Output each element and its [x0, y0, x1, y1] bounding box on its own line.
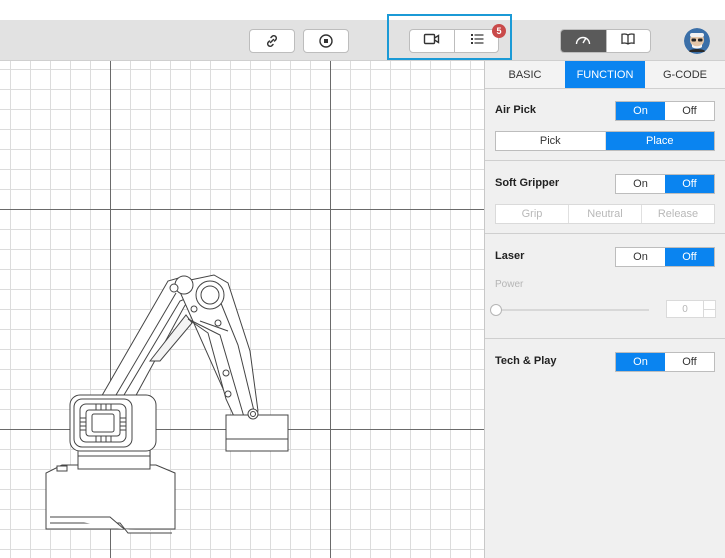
power-label: Power [495, 279, 524, 290]
tab-function[interactable]: FUNCTION [565, 61, 645, 88]
robot-arm-drawing[interactable] [0, 61, 484, 558]
place-button[interactable]: Place [604, 132, 714, 150]
soft-gripper-mode: Grip Neutral Release [495, 204, 715, 224]
toolbar [0, 20, 725, 61]
laser-off-button[interactable]: Off [665, 248, 714, 266]
air-pick-mode: Pick Place [495, 131, 715, 151]
stop-button[interactable] [303, 29, 349, 53]
book-icon [620, 32, 636, 51]
soft-gripper-title: Soft Gripper [495, 177, 560, 189]
link-button[interactable] [249, 29, 295, 53]
power-slider-handle[interactable] [490, 304, 502, 316]
tab-basic[interactable]: BASIC [485, 61, 565, 88]
laser-section: Laser On Off Power 0 [485, 234, 725, 339]
soft-gripper-toggle: On Off [615, 174, 715, 194]
air-pick-title: Air Pick [495, 104, 536, 116]
tab-bar: BASIC FUNCTION G-CODE [485, 61, 725, 89]
speed-button[interactable] [561, 30, 606, 52]
air-pick-toggle: On Off [615, 101, 715, 121]
power-stepper[interactable]: 0 [666, 300, 716, 318]
air-pick-on-button[interactable]: On [616, 102, 665, 120]
mode-toggle-group [560, 29, 651, 53]
power-slider[interactable] [495, 309, 649, 311]
air-pick-section: Air Pick On Off Pick Place [485, 89, 725, 161]
laser-toggle: On Off [615, 247, 715, 267]
tech-play-on-button[interactable]: On [616, 353, 665, 371]
link-icon [264, 33, 280, 49]
book-button[interactable] [605, 30, 651, 52]
stop-record-icon [318, 33, 334, 49]
tech-play-section: Tech & Play On Off [485, 339, 725, 384]
tech-play-off-button[interactable]: Off [665, 353, 714, 371]
air-pick-off-button[interactable]: Off [665, 102, 714, 120]
tech-play-title: Tech & Play [495, 355, 557, 367]
speedometer-icon [574, 32, 592, 51]
soft-gripper-off-button[interactable]: Off [665, 175, 714, 193]
soft-gripper-on-button[interactable]: On [616, 175, 665, 193]
workspace-canvas[interactable] [0, 61, 484, 558]
laser-on-button[interactable]: On [616, 248, 665, 266]
neutral-button[interactable]: Neutral [568, 205, 641, 223]
notification-badge: 5 [492, 24, 506, 38]
avatar[interactable] [684, 28, 710, 54]
stepper-arrows[interactable] [703, 301, 715, 317]
tech-play-toggle: On Off [615, 352, 715, 372]
tab-g-code[interactable]: G-CODE [645, 61, 725, 88]
power-value[interactable]: 0 [667, 301, 703, 317]
laser-title: Laser [495, 250, 525, 262]
highlight-frame [387, 14, 512, 60]
title-strip [0, 0, 725, 20]
pick-button[interactable]: Pick [496, 132, 605, 150]
grip-button[interactable]: Grip [496, 205, 568, 223]
settings-panel: BASIC FUNCTION G-CODE Air Pick On Off Pi… [484, 61, 725, 558]
release-button[interactable]: Release [641, 205, 714, 223]
soft-gripper-section: Soft Gripper On Off Grip Neutral Release [485, 161, 725, 234]
